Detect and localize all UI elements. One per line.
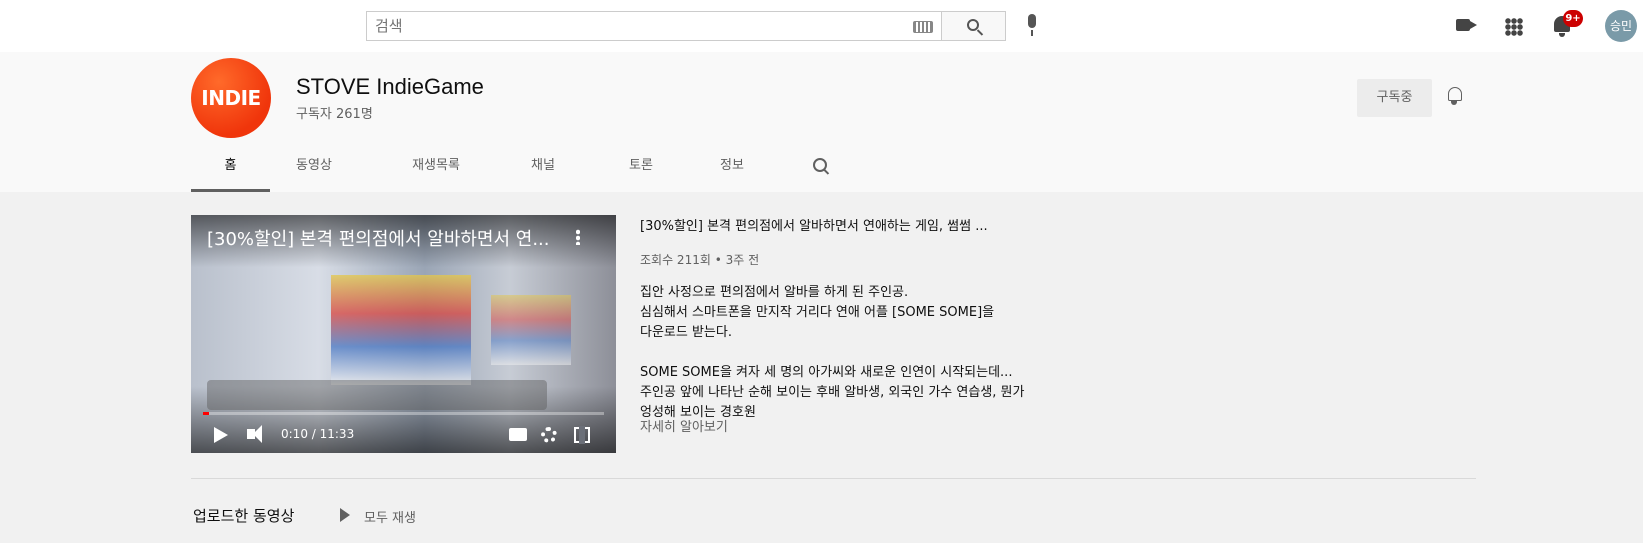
- tab-home[interactable]: 홈: [191, 144, 270, 192]
- search-button[interactable]: [941, 11, 1006, 41]
- mic-icon[interactable]: [1023, 14, 1041, 38]
- gear-icon[interactable]: [541, 427, 557, 443]
- avatar[interactable]: 승민: [1605, 10, 1637, 42]
- progress-bar[interactable]: [203, 412, 604, 415]
- video-frame-art: [207, 380, 547, 410]
- tab-about[interactable]: 정보: [714, 144, 750, 192]
- video-frame-art: [331, 275, 471, 385]
- search-icon: [967, 19, 979, 31]
- masthead: 9+ 승민: [0, 0, 1643, 52]
- fullscreen-icon[interactable]: [574, 426, 590, 444]
- play-icon: [340, 508, 350, 522]
- subscribed-button[interactable]: 구독중: [1357, 79, 1432, 117]
- volume-icon[interactable]: [247, 425, 262, 443]
- channel-content: [30%할인] 본격 편의점에서 알바하면서 연... 0:10 / 11:33…: [0, 192, 1643, 543]
- video-meta: 조회수 211회 • 3주 전: [640, 253, 760, 267]
- bell-icon[interactable]: [1448, 87, 1462, 105]
- video-info: [30%할인] 본격 편의점에서 알바하면서 연애하는 게임, 썸썸 ... 조…: [640, 215, 1040, 423]
- play-all-label: 모두 재생: [364, 511, 416, 526]
- create-video-icon[interactable]: [1456, 19, 1477, 31]
- tab-playlists[interactable]: 재생목록: [404, 144, 468, 192]
- search-icon: [813, 158, 827, 172]
- play-icon[interactable]: [214, 427, 228, 443]
- divider: [191, 478, 1476, 479]
- tab-channels[interactable]: 채널: [525, 144, 561, 192]
- apps-icon[interactable]: [1505, 18, 1523, 36]
- search-input[interactable]: [375, 14, 875, 38]
- tab-videos[interactable]: 동영상: [289, 144, 339, 192]
- more-options-icon[interactable]: [576, 229, 580, 245]
- uploads-section-title[interactable]: 업로드한 동영상: [193, 505, 294, 526]
- tab-discussion[interactable]: 토론: [623, 144, 659, 192]
- tab-search[interactable]: [807, 144, 837, 192]
- featured-video-player[interactable]: [30%할인] 본격 편의점에서 알바하면서 연... 0:10 / 11:33: [191, 215, 616, 453]
- channel-logo[interactable]: INDIE: [191, 58, 271, 138]
- video-title[interactable]: [30%할인] 본격 편의점에서 알바하면서 연애하는 게임, 썸썸 ...: [640, 215, 1030, 234]
- channel-name: STOVE IndieGame: [296, 74, 484, 99]
- video-description: 집안 사정으로 편의점에서 알바를 하게 된 주인공. 심심해서 스마트폰을 만…: [640, 285, 1025, 420]
- search-box[interactable]: [366, 11, 941, 41]
- subscriber-count: 구독자 261명: [296, 107, 373, 122]
- progress-fill: [203, 412, 209, 415]
- channel-header: INDIE STOVE IndieGame 구독자 261명 구독중 홈 동영상…: [0, 52, 1643, 192]
- keyboard-icon[interactable]: [913, 21, 933, 33]
- player-title[interactable]: [30%할인] 본격 편의점에서 알바하면서 연...: [207, 225, 567, 251]
- video-frame-art: [491, 295, 571, 365]
- read-more-link[interactable]: 자세히 알아보기: [640, 416, 728, 435]
- subtitles-icon[interactable]: [509, 428, 527, 441]
- notification-badge: 9+: [1563, 10, 1583, 27]
- time-display: 0:10 / 11:33: [281, 427, 355, 441]
